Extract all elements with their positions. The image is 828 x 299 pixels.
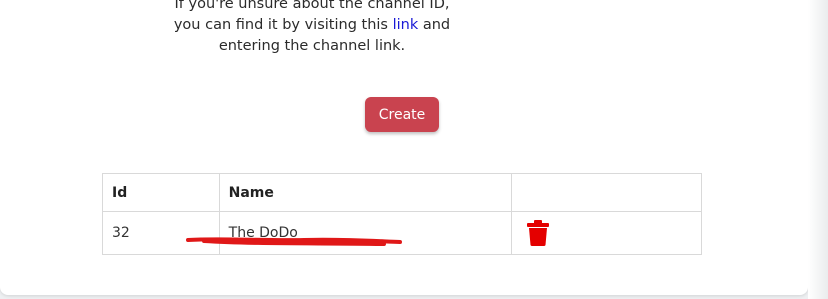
channels-table: Id Name 32 The DoDo	[102, 173, 703, 255]
cell-id: 32	[102, 211, 220, 255]
channel-lookup-link[interactable]: link	[393, 17, 419, 33]
cell-actions	[510, 211, 703, 255]
help-line-2-suffix: and	[418, 17, 451, 33]
column-header-name: Name	[218, 173, 512, 212]
column-header-id: Id	[102, 173, 220, 212]
help-line-1: If you're unsure about the channel ID,	[174, 0, 450, 12]
trash-icon[interactable]	[526, 220, 549, 246]
help-line-2-prefix: you can find it by visiting this	[173, 17, 393, 33]
help-line-3: entering the channel link.	[218, 38, 406, 54]
column-header-actions	[510, 173, 703, 212]
table-header-row: Id Name	[102, 173, 703, 212]
page-edge	[808, 0, 828, 299]
create-button[interactable]: Create	[365, 97, 439, 132]
table-row: 32 The DoDo	[102, 211, 703, 255]
help-line-2: you can find it by visiting this link an…	[162, 15, 462, 36]
channel-id-help-text: If you're unsure about the channel ID, y…	[162, 0, 462, 57]
cell-name: The DoDo	[218, 211, 512, 255]
